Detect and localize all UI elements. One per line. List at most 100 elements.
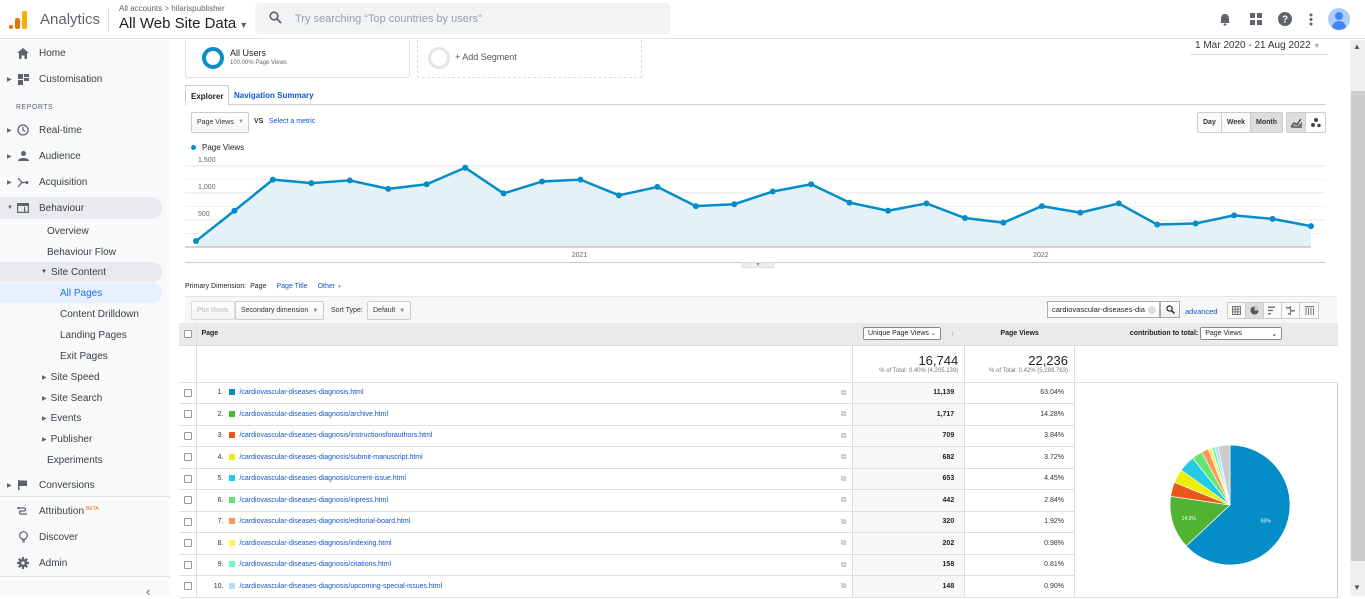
- sidebar-item-discover[interactable]: Discover: [0, 526, 162, 548]
- data-point[interactable]: [1000, 219, 1007, 226]
- sidebar-item-behaviour[interactable]: ▼ Behaviour: [0, 197, 162, 219]
- row-checkbox[interactable]: [183, 560, 192, 569]
- sidebar-item-attribution[interactable]: Attribution BETA: [0, 500, 162, 522]
- granularity-month[interactable]: Month: [1251, 113, 1283, 132]
- sidebar-item-overview[interactable]: Overview: [47, 221, 89, 241]
- sidebar-item-acquisition[interactable]: ▶ Acquisition: [0, 171, 162, 193]
- sidebar-item-site-speed[interactable]: ▶ Site Speed: [42, 367, 100, 387]
- open-external-icon[interactable]: ⧉: [833, 575, 853, 598]
- data-point[interactable]: [1269, 215, 1276, 222]
- data-point[interactable]: [577, 176, 584, 183]
- metric-selector[interactable]: Page Views ▼: [191, 112, 249, 133]
- row-checkbox[interactable]: [183, 582, 192, 591]
- data-point[interactable]: [500, 190, 507, 197]
- page-link[interactable]: /cardiovascular-diseases-diagnosis/citat…: [239, 561, 391, 568]
- property-selector[interactable]: All Web Site Data ▼: [119, 15, 248, 32]
- data-point[interactable]: [923, 200, 930, 207]
- sidebar-item-admin[interactable]: Admin: [0, 552, 162, 574]
- search-bar[interactable]: [255, 3, 670, 34]
- page-scrollbar[interactable]: ▲ ▼: [1350, 40, 1365, 596]
- scrollbar-thumb[interactable]: [1351, 91, 1365, 561]
- unique-page-views-dropdown[interactable]: Unique Page Views ⌄: [862, 327, 941, 341]
- sidebar-item-exit-pages[interactable]: Exit Pages: [60, 346, 108, 366]
- dimension-page-title-link[interactable]: Page Title: [276, 283, 307, 290]
- add-segment-button[interactable]: + Add Segment: [417, 40, 642, 78]
- row-checkbox[interactable]: [183, 496, 192, 505]
- sidebar-item-publisher[interactable]: ▶ Publisher: [42, 429, 92, 449]
- scroll-up-icon[interactable]: ▲: [1353, 42, 1361, 51]
- advanced-filter-link[interactable]: advanced: [1185, 307, 1218, 316]
- account-avatar[interactable]: [1328, 8, 1350, 30]
- breadcrumb-accounts[interactable]: All accounts: [119, 4, 162, 13]
- page-link[interactable]: /cardiovascular-diseases-diagnosis.html: [239, 389, 363, 396]
- select-all-checkbox[interactable]: [183, 329, 192, 338]
- sort-type-dropdown[interactable]: Default ▼: [367, 301, 412, 320]
- data-point[interactable]: [1231, 212, 1238, 219]
- sidebar-item-home[interactable]: Home: [0, 42, 162, 64]
- sidebar-item-landing-pages[interactable]: Landing Pages: [60, 325, 127, 345]
- open-external-icon[interactable]: ⧉: [833, 489, 853, 512]
- data-point[interactable]: [731, 201, 738, 208]
- tab-explorer[interactable]: Explorer: [185, 85, 230, 106]
- pivot-view-icon[interactable]: [1300, 303, 1318, 318]
- data-point[interactable]: [346, 177, 353, 184]
- page-link[interactable]: /cardiovascular-diseases-diagnosis/inpre…: [239, 497, 388, 504]
- data-point[interactable]: [385, 185, 392, 192]
- help-icon[interactable]: ?: [1276, 10, 1294, 28]
- comparison-view-icon[interactable]: [1282, 303, 1300, 318]
- data-point[interactable]: [846, 199, 853, 206]
- chart-resize-handle[interactable]: ▼: [742, 262, 774, 268]
- data-point[interactable]: [462, 164, 469, 171]
- motion-chart-icon[interactable]: [1306, 113, 1325, 132]
- open-external-icon[interactable]: ⧉: [833, 382, 853, 404]
- data-point[interactable]: [231, 207, 238, 214]
- page-link[interactable]: /cardiovascular-diseases-diagnosis/curre…: [239, 475, 406, 482]
- open-external-icon[interactable]: ⧉: [833, 403, 853, 426]
- page-link[interactable]: /cardiovascular-diseases-diagnosis/edito…: [239, 518, 410, 525]
- segment-all-users[interactable]: All Users 100.00% Page Views: [185, 40, 410, 78]
- more-vert-icon[interactable]: [1302, 10, 1320, 28]
- secondary-dimension-dropdown[interactable]: Secondary dimension ▼: [235, 301, 325, 320]
- scroll-down-icon[interactable]: ▼: [1353, 583, 1361, 592]
- open-external-icon[interactable]: ⧉: [833, 446, 853, 469]
- page-link[interactable]: /cardiovascular-diseases-diagnosis/submi…: [239, 454, 422, 461]
- breadcrumb[interactable]: All accounts > hilarispublisher: [119, 4, 225, 13]
- page-link[interactable]: /cardiovascular-diseases-diagnosis/upcom…: [239, 583, 442, 590]
- row-checkbox[interactable]: [183, 517, 192, 526]
- line-chart-icon[interactable]: [1287, 113, 1306, 132]
- primary-dimension-page[interactable]: Page: [250, 283, 266, 290]
- column-header-page[interactable]: Page: [196, 323, 833, 346]
- sidebar-item-audience[interactable]: ▶ Audience: [0, 145, 162, 167]
- plot-rows-button[interactable]: Plot Rows: [191, 301, 235, 320]
- open-external-icon[interactable]: ⧉: [833, 425, 853, 447]
- granularity-day[interactable]: Day: [1198, 113, 1222, 132]
- contribution-metric-dropdown[interactable]: Page Views ⌄: [1200, 327, 1283, 341]
- app-title[interactable]: Analytics: [40, 11, 100, 28]
- filter-search-button[interactable]: [1160, 301, 1180, 318]
- data-point[interactable]: [885, 207, 892, 214]
- sidebar-item-site-search[interactable]: ▶ Site Search: [42, 388, 102, 408]
- sidebar-item-site-content[interactable]: ▼ Site Content: [0, 262, 162, 282]
- data-point[interactable]: [193, 238, 199, 245]
- data-point[interactable]: [1077, 209, 1084, 216]
- sort-descending-icon[interactable]: ↓: [951, 330, 955, 337]
- sidebar-item-events[interactable]: ▶ Events: [42, 408, 81, 428]
- dimension-other-link[interactable]: Other ▼: [318, 283, 342, 290]
- pie-chart-view-icon[interactable]: [1246, 303, 1264, 318]
- row-checkbox[interactable]: [183, 474, 192, 483]
- sidebar-item-conversions[interactable]: ▶ Conversions: [0, 474, 162, 496]
- data-point[interactable]: [961, 215, 968, 222]
- data-point[interactable]: [539, 178, 546, 185]
- collapse-sidebar-icon[interactable]: ‹: [146, 584, 150, 599]
- data-point[interactable]: [269, 176, 276, 183]
- table-filter-input[interactable]: cardiovascular-diseases-dia: [1047, 301, 1160, 318]
- bell-icon[interactable]: [1216, 10, 1234, 28]
- sidebar-item-customisation[interactable]: ▶ Customisation: [0, 68, 162, 90]
- performance-view-icon[interactable]: [1264, 303, 1282, 318]
- apps-grid-icon[interactable]: [1247, 10, 1265, 28]
- contribution-pie-chart[interactable]: 63% 14.3%: [1075, 383, 1337, 595]
- open-external-icon[interactable]: ⧉: [833, 468, 853, 490]
- row-checkbox[interactable]: [183, 431, 192, 440]
- sidebar-item-content-drilldown[interactable]: Content Drilldown: [60, 304, 139, 324]
- analytics-logo-icon[interactable]: [9, 9, 29, 29]
